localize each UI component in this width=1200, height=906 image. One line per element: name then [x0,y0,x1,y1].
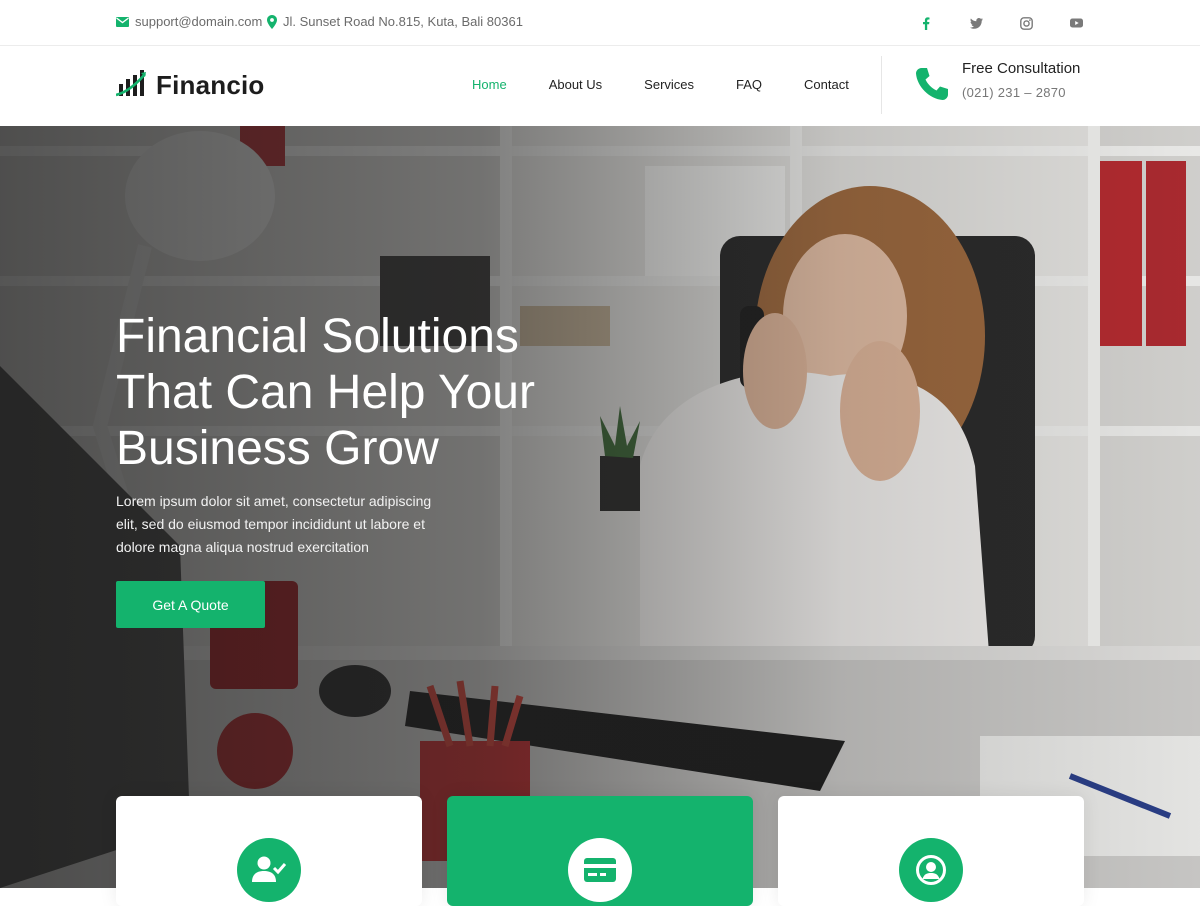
free-consultation[interactable]: Free Consultation (021) 231 – 2870 [914,60,1080,107]
facebook-icon[interactable] [918,15,934,31]
nav-faq[interactable]: FAQ [736,77,762,92]
hero-title-line: That Can Help Your [116,366,535,419]
user-circle-icon [899,838,963,902]
contact-address-text: Jl. Sunset Road No.815, Kuta, Bali 80361 [283,14,523,29]
get-a-quote-button[interactable]: Get A Quote [116,581,265,628]
social-links [918,15,1084,31]
credit-card-icon [568,838,632,902]
main-nav: Home About Us Services FAQ Contact [472,77,891,92]
hero-title: Financial Solutions That Can Help Your B… [116,309,636,477]
feature-card-highlighted[interactable] [447,796,753,906]
feature-card[interactable] [778,796,1084,906]
phone-icon [914,66,950,107]
hero-description: Lorem ipsum dolor sit amet, consectetur … [116,493,432,555]
bar-chart-logo-icon [115,68,148,103]
hero-title-line: Business Grow [116,422,439,475]
instagram-icon[interactable] [1018,15,1034,31]
nav-home[interactable]: Home [472,77,507,92]
envelope-icon [116,16,129,27]
header-divider [881,56,882,114]
logo-text: Financio [156,70,265,100]
hero-section: Financial Solutions That Can Help Your B… [0,126,1200,888]
hero-title-line: Financial Solutions [116,310,519,363]
map-pin-icon [267,14,277,29]
contact-address: Jl. Sunset Road No.815, Kuta, Bali 80361 [267,14,523,29]
nav-services[interactable]: Services [644,77,694,92]
feature-card[interactable] [116,796,422,906]
consultation-title: Free Consultation [962,60,1081,77]
main-header: Financio Home About Us Services FAQ Cont… [0,46,1200,126]
nav-about-us[interactable]: About Us [549,77,602,92]
consultation-phone: (021) 231 – 2870 [962,85,1066,100]
twitter-icon[interactable] [968,15,984,31]
logo[interactable]: Financio [115,68,265,103]
contact-email-text: support@domain.com [135,14,263,29]
user-check-icon [237,838,301,902]
contact-email[interactable]: support@domain.com [116,14,262,29]
youtube-icon[interactable] [1068,15,1084,31]
nav-contact[interactable]: Contact [804,77,849,92]
top-bar: support@domain.com Jl. Sunset Road No.81… [0,0,1200,46]
